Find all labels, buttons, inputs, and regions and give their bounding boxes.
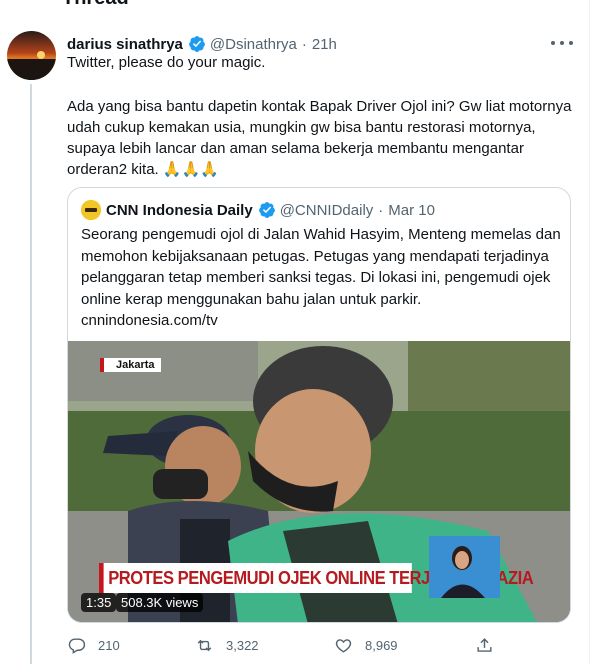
page-title: Thread	[62, 0, 129, 10]
tweet-time[interactable]: 21h	[312, 36, 337, 53]
share-icon	[477, 638, 492, 652]
separator-dot: ·	[301, 35, 307, 53]
like-button[interactable]: 8,969	[334, 636, 398, 655]
quoted-tweet-date: Mar 10	[388, 201, 435, 219]
video-duration: 1:35	[81, 593, 117, 612]
quoted-author-handle: @CNNIDdaily	[279, 201, 374, 219]
tweet-header: darius sinathrya @Dsinathrya · 21h	[67, 35, 337, 53]
video-player[interactable]: Jakarta PROTES PENGEMUDI OJEK ONLINE TER…	[68, 341, 570, 622]
cnn-logo-icon	[81, 200, 101, 220]
author-name[interactable]: darius sinathrya	[67, 36, 183, 53]
quoted-tweet-card[interactable]: CNN Indonesia Daily @CNNIDdaily · Mar 10…	[67, 187, 571, 623]
share-button[interactable]	[475, 636, 506, 655]
retweet-icon	[197, 639, 212, 652]
retweet-button[interactable]: 3,322	[195, 636, 259, 655]
like-count: 8,969	[365, 638, 398, 653]
tweet-actions-bar: 210 3,322 8,969	[67, 636, 517, 658]
tweet-text-line1: Twitter, please do your magic.	[67, 54, 266, 71]
retweet-count: 3,322	[226, 638, 259, 653]
quoted-tweet-text: Seorang pengemudi ojol di Jalan Wahid Ha…	[81, 224, 561, 332]
verified-badge-icon	[258, 202, 275, 218]
thread-connector-line	[30, 84, 32, 664]
author-handle[interactable]: @Dsinathrya	[210, 36, 297, 53]
quoted-tweet-header: CNN Indonesia Daily @CNNIDdaily · Mar 10	[81, 200, 435, 220]
sunset-avatar-image	[7, 31, 56, 80]
heart-icon	[335, 639, 352, 653]
tweet-text-body: Ada yang bisa bantu dapetin kontak Bapak…	[67, 98, 572, 178]
news-headline-banner: PROTES PENGEMUDI OJEK ONLINE TERJARING R…	[99, 563, 534, 593]
avatar[interactable]	[7, 31, 56, 80]
quoted-author-name: CNN Indonesia Daily	[106, 201, 253, 219]
quoted-tweet-body: Seorang pengemudi ojol di Jalan Wahid Ha…	[81, 226, 561, 308]
separator-dot: ·	[378, 201, 384, 219]
quoted-tweet-link[interactable]: cnnindonesia.com/tv	[81, 312, 218, 329]
more-options-icon[interactable]	[551, 36, 573, 50]
location-tag: Jakarta	[100, 358, 161, 372]
sign-language-interpreter-inset	[429, 536, 500, 598]
interpreter-image	[429, 536, 500, 598]
reply-icon	[68, 638, 86, 654]
reply-count: 210	[98, 638, 120, 653]
video-views: 508.3K views	[116, 593, 204, 612]
reply-button[interactable]: 210	[67, 636, 120, 655]
column-divider	[589, 0, 590, 664]
cnn-avatar	[81, 200, 101, 220]
verified-badge-icon	[189, 36, 205, 52]
